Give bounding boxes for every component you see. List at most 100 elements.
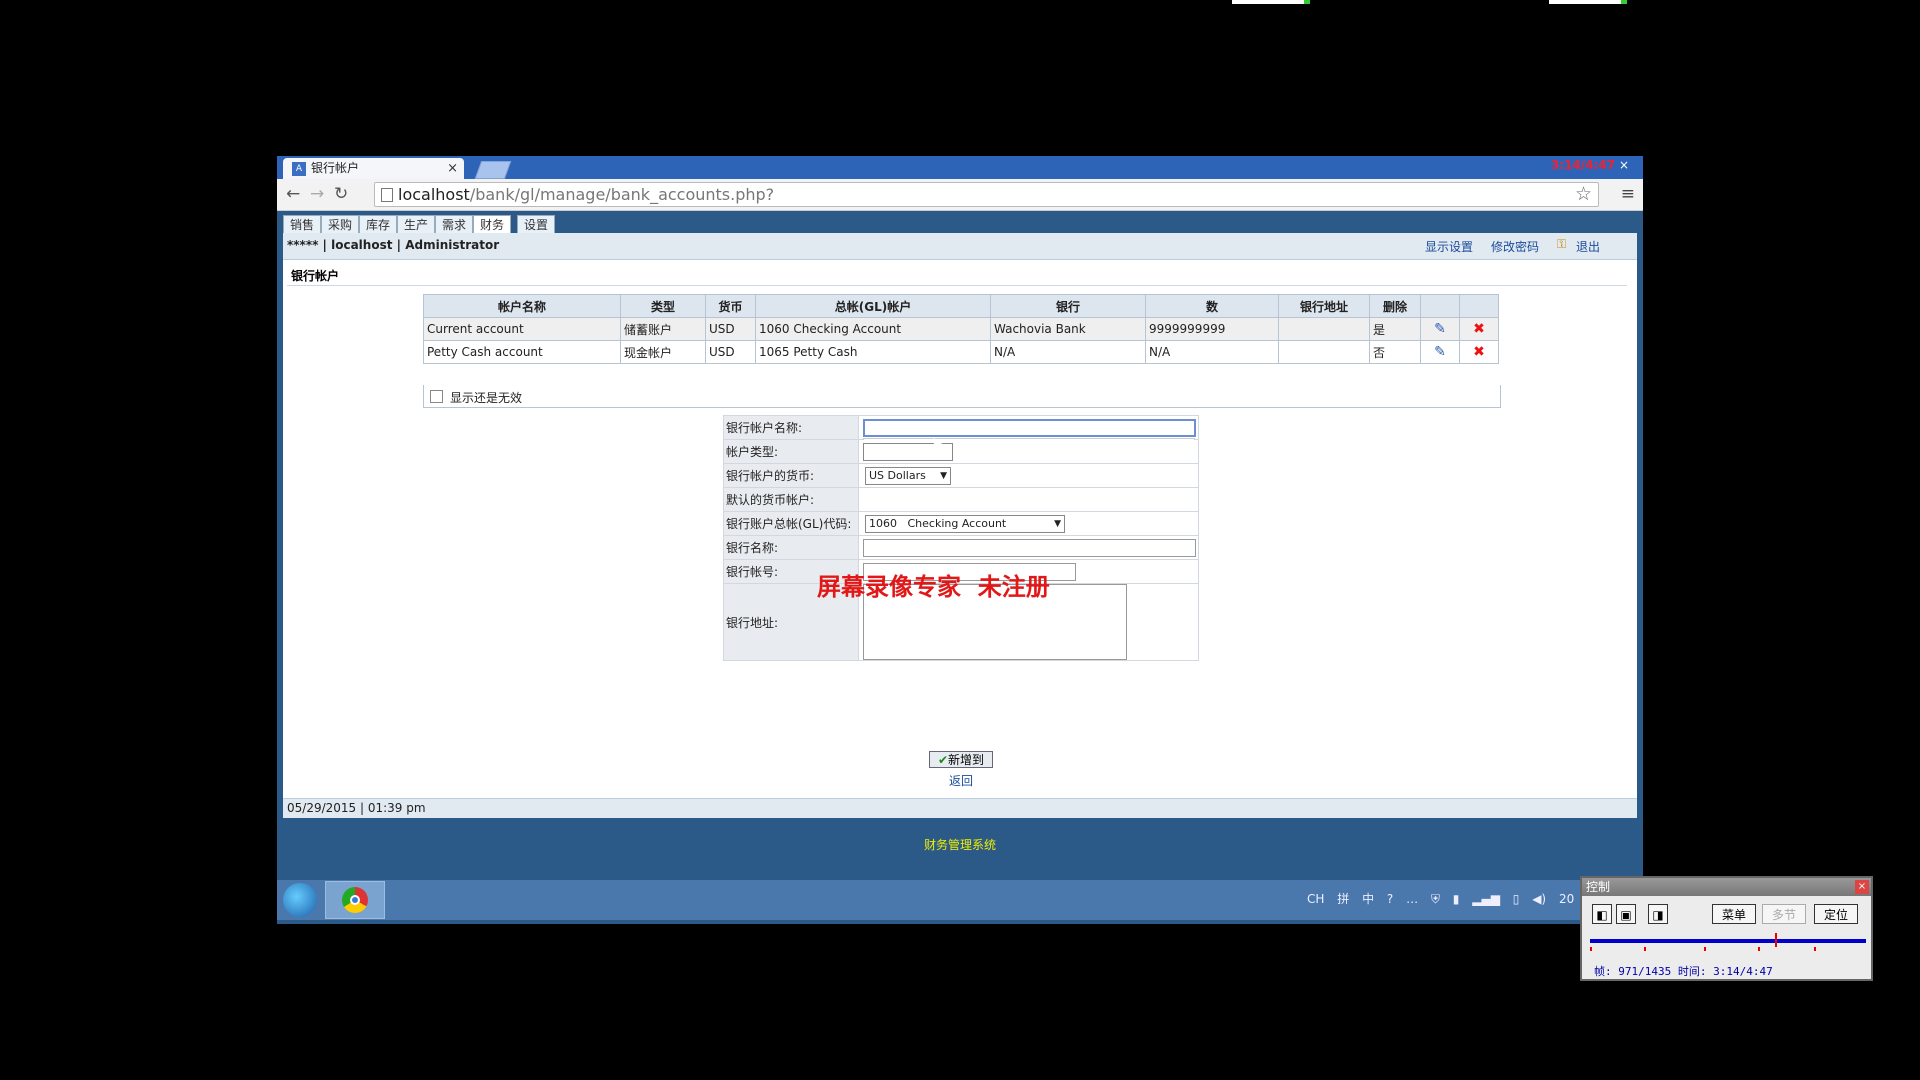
stop-icon[interactable]: ▣	[1616, 904, 1636, 924]
tab-purchases[interactable]: 采购	[321, 215, 359, 235]
show-inactive-row: 显示还是无效	[423, 385, 1501, 408]
window-close-icon[interactable]: ×	[1619, 158, 1629, 172]
delete-cell[interactable]: ✖	[1459, 317, 1499, 341]
windows-start-icon[interactable]	[283, 883, 317, 917]
browser-menu-icon[interactable]: ≡	[1621, 184, 1635, 204]
reload-icon[interactable]: ↻	[334, 184, 348, 204]
timeline-tick	[1644, 947, 1646, 951]
timeline-tick	[1590, 947, 1592, 951]
timeline-thumb[interactable]	[1775, 933, 1777, 947]
edit-cell[interactable]: ✎	[1420, 340, 1460, 364]
col-header: 货币	[705, 294, 756, 318]
tab-manufacturing[interactable]: 生产	[397, 215, 435, 235]
col-header: 银行地址	[1278, 294, 1370, 318]
prev-frame-icon[interactable]: ◧	[1592, 904, 1612, 924]
cell-address	[1278, 317, 1370, 341]
cell-type: 储蓄账户	[620, 317, 706, 341]
user-info: ***** | localhost | Administrator	[287, 238, 500, 252]
tab-close-icon[interactable]: ×	[447, 158, 458, 179]
col-header: 银行	[990, 294, 1146, 318]
taskbar-chrome-button[interactable]	[325, 881, 385, 919]
screen-top-mark-right	[1549, 0, 1627, 4]
address-bar[interactable]: localhost/bank/gl/manage/bank_accounts.p…	[374, 182, 1599, 207]
col-header: 类型	[620, 294, 706, 318]
battery-icon[interactable]: ▯	[1513, 892, 1520, 906]
next-frame-icon[interactable]: ◨	[1648, 904, 1668, 924]
back-icon[interactable]: ←	[286, 184, 300, 204]
cell-bank: N/A	[990, 340, 1146, 364]
cell-gl-account: 1060 Checking Account	[755, 317, 991, 341]
bank-name-input[interactable]	[863, 538, 1196, 557]
browser-tab[interactable]: A 银行帐户 ×	[283, 158, 464, 179]
default-currency-cell	[858, 487, 1199, 512]
tab-demand[interactable]: 需求	[435, 215, 473, 235]
tab-sales[interactable]: 销售	[283, 215, 321, 235]
label-default-currency-account: 默认的货币帐户:	[723, 487, 859, 512]
display-settings-link[interactable]: 显示设置	[1425, 238, 1473, 255]
screen-top-mark-left	[1232, 0, 1310, 4]
col-header: 数	[1145, 294, 1279, 318]
tray-zh[interactable]: 中	[1362, 892, 1374, 906]
change-password-link[interactable]: 修改密码	[1491, 238, 1539, 255]
forward-icon[interactable]: →	[310, 184, 324, 204]
tray-clock[interactable]: 20	[1559, 892, 1574, 906]
page-footer: 05/29/2015 | 01:39 pm	[283, 798, 1637, 818]
menu-button[interactable]: 菜单	[1712, 904, 1756, 924]
currency-value: US Dollars	[869, 468, 926, 482]
signal-icon[interactable]: ▂▄▆	[1472, 892, 1500, 906]
table-row: Petty Cash account 现金帐户 USD 1065 Petty C…	[423, 340, 1499, 364]
browser-window: A 银行帐户 × 3:14/4:47 × ← → ↻ localhost/ban…	[277, 156, 1643, 924]
delete-x-icon[interactable]: ✖	[1473, 344, 1485, 360]
edit-cell[interactable]: ✎	[1420, 317, 1460, 341]
gl-code-value: 1060 Checking Account	[869, 516, 1007, 530]
bank-name-cell	[858, 535, 1199, 560]
account-name-input[interactable]	[863, 418, 1196, 437]
app-module-tabs: 销售 采购 库存 生产 需求 财务 设置	[283, 211, 1637, 235]
col-header: 总帐(GL)帐户	[755, 294, 991, 318]
network-icon[interactable]: ▮	[1453, 892, 1460, 906]
cell-number: 9999999999	[1145, 317, 1279, 341]
col-header: 删除	[1369, 294, 1421, 318]
cell-name: Petty Cash account	[423, 340, 621, 364]
new-tab-button[interactable]	[474, 161, 512, 179]
gl-code-cell: 1060 Checking Account ▼	[858, 511, 1199, 536]
add-button-label: 新增到	[948, 753, 985, 767]
control-close-icon[interactable]: ×	[1855, 880, 1869, 894]
show-inactive-label: 显示还是无效	[450, 391, 523, 405]
multi-section-button[interactable]: 多节	[1762, 904, 1806, 924]
footer-datetime: 05/29/2015 | 01:39 pm	[287, 801, 426, 815]
tray-help-icon[interactable]: ?	[1387, 892, 1393, 906]
bookmark-star-icon[interactable]: ☆	[1575, 183, 1592, 205]
label-account-type: 帐户类型:	[723, 439, 859, 464]
add-button[interactable]: ✔新增到	[929, 751, 993, 768]
key-icon: ⚿	[1557, 237, 1567, 251]
delete-cell[interactable]: ✖	[1459, 340, 1499, 364]
logout-link[interactable]: 退出	[1576, 238, 1600, 255]
show-inactive-checkbox[interactable]	[430, 390, 443, 403]
volume-icon[interactable]: ◀)	[1532, 892, 1546, 906]
tray-lang[interactable]: CH	[1307, 892, 1324, 906]
shield-icon[interactable]: ⛨	[1431, 892, 1440, 906]
recorder-control-panel: 控制 × ◧ ▣ ◨ 菜单 多节 定位 帧: 971/1435 时间: 3:14…	[1580, 876, 1873, 981]
recorder-watermark: 屏幕录像专家 未注册	[817, 572, 1050, 601]
locate-button[interactable]: 定位	[1814, 904, 1858, 924]
cell-currency: USD	[705, 340, 756, 364]
timeline-track[interactable]	[1590, 939, 1866, 943]
edit-pencil-icon[interactable]: ✎	[1434, 321, 1446, 337]
tab-setup[interactable]: 设置	[517, 215, 555, 235]
tray-ime[interactable]: 拼	[1337, 892, 1349, 906]
tab-finance[interactable]: 财务	[473, 215, 511, 235]
currency-select[interactable]: US Dollars ▼	[865, 466, 951, 485]
tray-overflow[interactable]: …	[1406, 892, 1418, 906]
tab-inventory[interactable]: 库存	[359, 215, 397, 235]
delete-x-icon[interactable]: ✖	[1473, 321, 1485, 337]
edit-pencil-icon[interactable]: ✎	[1434, 344, 1446, 360]
gl-code-select[interactable]: 1060 Checking Account ▼	[865, 514, 1065, 533]
recorder-status: 帧: 971/1435 时间: 3:14/4:47	[1594, 965, 1773, 978]
cell-number: N/A	[1145, 340, 1279, 364]
chevron-down-icon: ▼	[1054, 518, 1061, 529]
url-host: localhost	[398, 185, 470, 204]
back-link[interactable]: 返回	[949, 772, 973, 789]
table-header-row: 帐户名称 类型 货币 总帐(GL)帐户 银行 数 银行地址 删除	[423, 294, 1499, 318]
table-row: Current account 储蓄账户 USD 1060 Checking A…	[423, 317, 1499, 341]
